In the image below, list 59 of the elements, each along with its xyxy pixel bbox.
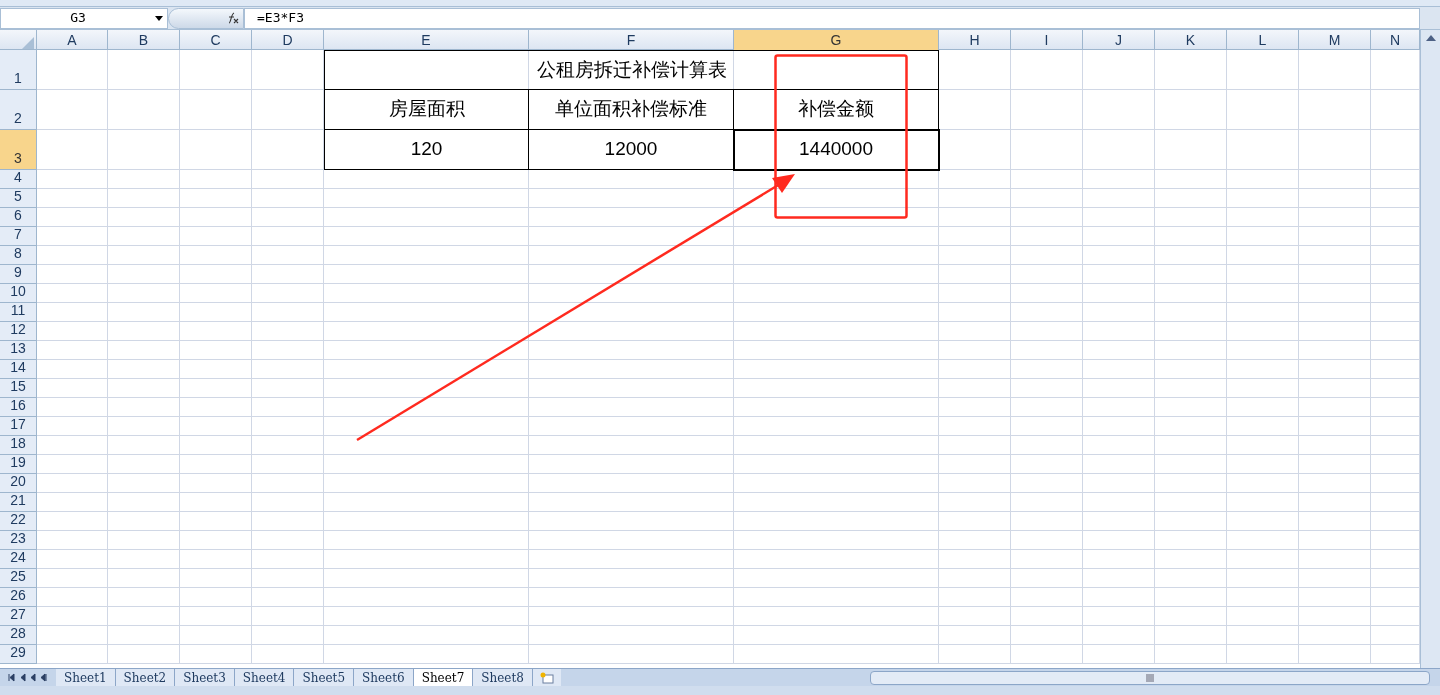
name-box[interactable]: G3 bbox=[0, 7, 168, 29]
sheet-tab[interactable]: Sheet6 bbox=[354, 668, 414, 687]
column-header[interactable]: G bbox=[734, 30, 939, 51]
column-header[interactable]: H bbox=[939, 30, 1011, 51]
row-header[interactable]: 28 bbox=[0, 626, 37, 645]
row-header[interactable]: 29 bbox=[0, 645, 37, 664]
sheet-tab[interactable]: Sheet7 bbox=[413, 668, 474, 687]
row-header[interactable]: 11 bbox=[0, 303, 37, 322]
sheet-tab[interactable]: Sheet5 bbox=[294, 668, 355, 687]
row-header[interactable]: 6 bbox=[0, 208, 37, 227]
row-header[interactable]: 8 bbox=[0, 246, 37, 265]
row-header[interactable]: 14 bbox=[0, 360, 37, 379]
sheet-tab[interactable]: Sheet8 bbox=[473, 668, 533, 687]
row-header[interactable]: 2 bbox=[0, 90, 37, 130]
row-header[interactable]: 4 bbox=[0, 170, 37, 189]
row-header[interactable]: 15 bbox=[0, 379, 37, 398]
row-header[interactable]: 20 bbox=[0, 474, 37, 493]
row-header[interactable]: 13 bbox=[0, 341, 37, 360]
sheet-tab[interactable]: Sheet4 bbox=[234, 668, 295, 687]
value-cell[interactable]: 120 bbox=[324, 130, 529, 170]
column-header[interactable]: I bbox=[1011, 30, 1083, 51]
column-header-cell: 补偿金额 bbox=[734, 90, 939, 130]
row-header[interactable]: 5 bbox=[0, 189, 37, 208]
column-header[interactable]: M bbox=[1299, 30, 1371, 51]
column-header[interactable]: B bbox=[108, 30, 180, 51]
row-header[interactable]: 9 bbox=[0, 265, 37, 284]
column-header-cell: 单位面积补偿标准 bbox=[529, 90, 734, 130]
name-box-value: G3 bbox=[69, 9, 87, 28]
sheet-tab[interactable]: Sheet2 bbox=[115, 668, 176, 687]
row-header[interactable]: 7 bbox=[0, 227, 37, 246]
sheet-tab[interactable]: Sheet1 bbox=[56, 668, 116, 687]
row-header[interactable]: 17 bbox=[0, 417, 37, 436]
column-header[interactable]: A bbox=[37, 30, 108, 51]
table-title: 公租房拆迁补偿计算表 bbox=[324, 50, 939, 90]
row-header[interactable]: 18 bbox=[0, 436, 37, 455]
row-header[interactable]: 12 bbox=[0, 322, 37, 341]
column-header[interactable]: J bbox=[1083, 30, 1155, 51]
row-header[interactable]: 26 bbox=[0, 588, 37, 607]
row-header[interactable]: 24 bbox=[0, 550, 37, 569]
row-header[interactable]: 22 bbox=[0, 512, 37, 531]
row-header[interactable]: 21 bbox=[0, 493, 37, 512]
column-header[interactable]: C bbox=[180, 30, 252, 51]
row-header[interactable]: 27 bbox=[0, 607, 37, 626]
column-header-cell: 房屋面积 bbox=[324, 90, 529, 130]
column-header[interactable]: L bbox=[1227, 30, 1299, 51]
sheet-tab[interactable]: Sheet3 bbox=[175, 668, 235, 687]
row-header[interactable]: 23 bbox=[0, 531, 37, 550]
row-header[interactable]: 16 bbox=[0, 398, 37, 417]
column-header[interactable]: E bbox=[324, 30, 529, 51]
value-cell[interactable]: 12000 bbox=[529, 130, 734, 170]
row-header[interactable]: 10 bbox=[0, 284, 37, 303]
column-header[interactable]: D bbox=[252, 30, 324, 51]
row-header[interactable]: 19 bbox=[0, 455, 37, 474]
value-cell[interactable]: 1440000 bbox=[734, 130, 939, 170]
formula-field[interactable]: =E3*F3 bbox=[244, 7, 1420, 29]
column-header[interactable]: K bbox=[1155, 30, 1227, 51]
row-header[interactable]: 25 bbox=[0, 569, 37, 588]
row-header[interactable]: 3 bbox=[0, 130, 37, 170]
row-header[interactable]: 1 bbox=[0, 50, 37, 90]
